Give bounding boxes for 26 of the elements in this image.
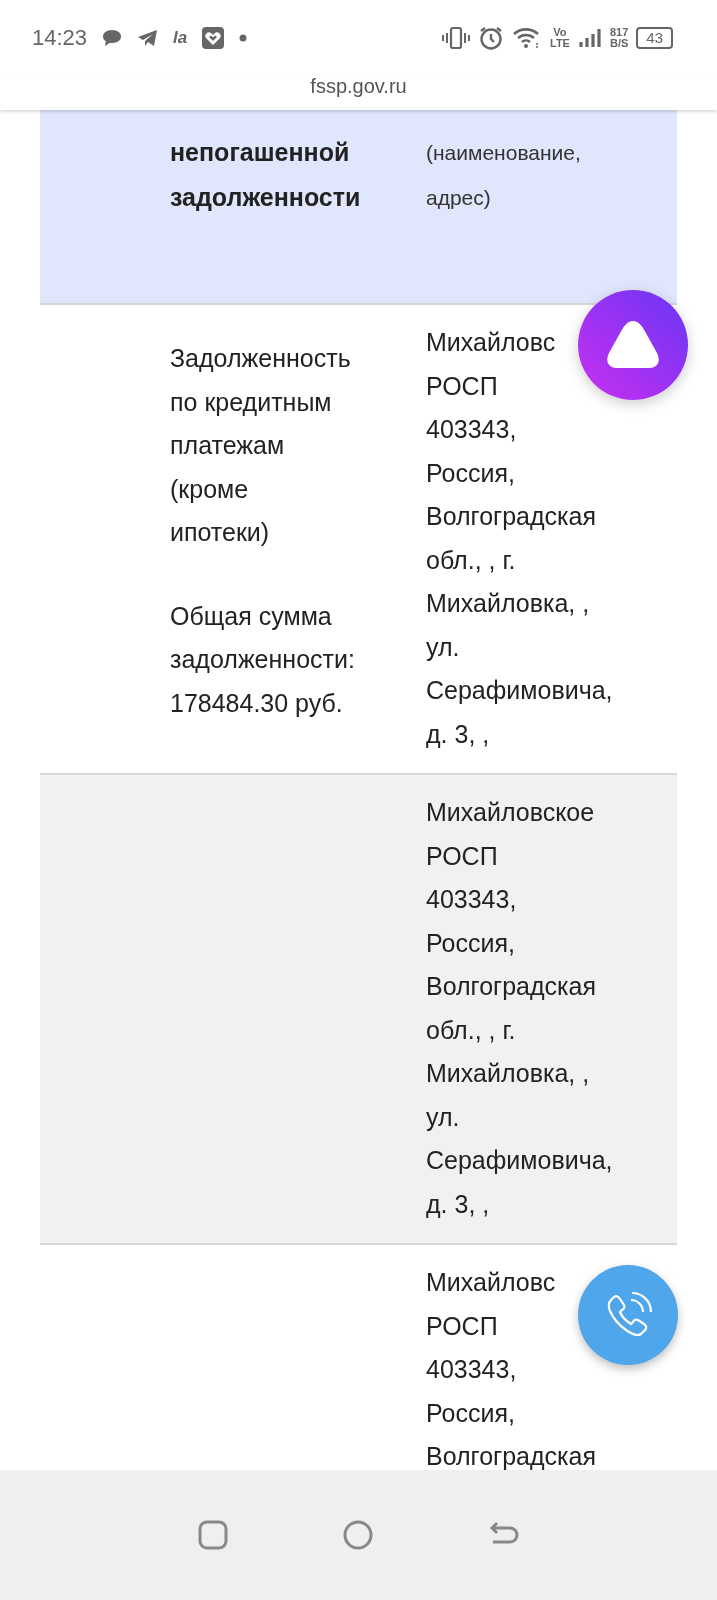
table-cell-text: 403343, Россия, Волгоградская обл., , г. Михайловка, , ул. Серафимовича, д. 3, , bbox=[426, 884, 613, 1220]
signal-icon bbox=[577, 26, 602, 49]
column-heading: (наименование, адрес) bbox=[426, 140, 582, 211]
network-speed-label: 817 B/S bbox=[609, 26, 629, 49]
chat-bubble-icon bbox=[101, 27, 124, 48]
paper-plane-icon bbox=[137, 27, 160, 48]
table-cell-text: Задолженность по кредитным платежам (кроме ипотеки) bbox=[170, 343, 352, 548]
table-cell-text: РОСП bbox=[426, 840, 498, 872]
table-cell-text: Михайловс bbox=[426, 1267, 556, 1298]
table-cell-text: РОСП bbox=[426, 370, 498, 402]
table-cell-text: Михайловское bbox=[426, 797, 595, 828]
table-cell-text: Общая сумма задолженности: 178484.30 руб. bbox=[170, 600, 356, 719]
address-bar[interactable]: fssp.gov.ru bbox=[0, 75, 717, 110]
battery-indicator: 43 bbox=[636, 26, 673, 49]
table-cell-text: 403343, Россия, Волгоградская обл., , г. Михайловка, , ул. Серафимовича, д. 3, , bbox=[426, 414, 613, 750]
table-cell-text: 403343, Россия, Волгоградская bbox=[426, 1354, 597, 1470]
table-cell-text: Михайловс bbox=[426, 327, 556, 358]
dot-icon bbox=[239, 33, 248, 42]
clock-time: 14:23 bbox=[32, 24, 88, 51]
table-cell-text: РОСП bbox=[426, 1310, 498, 1342]
column-heading: непогашенной задолженности bbox=[170, 137, 362, 213]
heart-box-icon bbox=[201, 25, 226, 50]
app-label: la bbox=[173, 27, 188, 48]
network-type-label: Vo LTE bbox=[550, 26, 570, 49]
vibrate-icon bbox=[442, 25, 470, 50]
alarm-clock-icon bbox=[478, 24, 504, 51]
